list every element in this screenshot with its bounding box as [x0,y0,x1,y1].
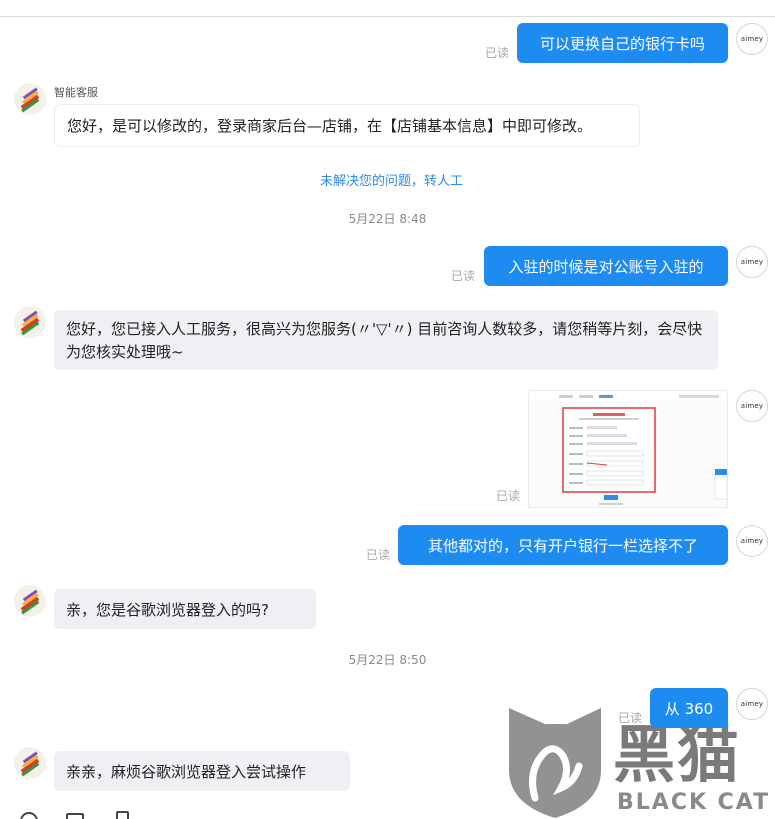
emoji-icon[interactable] [20,812,38,819]
pencils-icon [14,585,46,617]
pencils-icon [14,747,46,779]
read-status: 已读 [485,46,510,60]
screenshot-thumbnail [529,391,727,505]
message-bubble-out[interactable]: 可以更换自己的银行卡吗 [517,23,728,63]
pencils-icon [14,83,46,115]
timestamp: 5月22日 8:48 [348,212,427,226]
message-bubble-out[interactable]: 从 360 [650,688,728,728]
read-status: 已读 [618,711,643,725]
read-status: 已读 [496,489,521,503]
user-avatar[interactable]: aimey [736,23,768,55]
user-avatar[interactable]: aimey [736,525,768,557]
message-bubble-out[interactable]: 其他都对的，只有开户银行一栏选择不了 [398,525,728,565]
top-divider [0,16,775,17]
message-bubble-in[interactable]: 亲亲，麻烦谷歌浏览器登入尝试操作 [54,751,350,791]
message-bubble-in[interactable]: 亲，您是谷歌浏览器登入的吗? [54,589,316,629]
bot-avatar[interactable] [14,83,46,115]
image-icon[interactable] [66,813,84,819]
bot-avatar[interactable] [14,747,46,779]
user-avatar[interactable]: aimey [736,688,768,720]
read-status: 已读 [451,269,476,283]
cat-shield-icon [509,708,601,818]
user-avatar[interactable]: aimey [736,390,768,422]
timestamp: 5月22日 8:50 [348,653,427,667]
transfer-to-agent-link[interactable]: 未解决您的问题，转人工 [0,170,775,189]
read-status: 已读 [366,548,391,562]
pencils-icon [14,306,46,338]
message-bubble-in[interactable]: 您好，是可以修改的，登录商家后台—店铺，在【店铺基本信息】中即可修改。 [54,104,640,147]
file-icon[interactable] [116,811,129,819]
sender-name: 智能客服 [54,86,98,99]
user-avatar[interactable]: aimey [736,246,768,278]
message-bubble-in[interactable]: 您好，您已接入人工服务，很高兴为您服务(〃'▽'〃) 目前咨询人数较多，请您稍等… [54,310,718,370]
message-bubble-out[interactable]: 入驻的时候是对公账号入驻的 [484,246,728,286]
bot-avatar[interactable] [14,306,46,338]
bot-avatar[interactable] [14,585,46,617]
watermark-english-text: BLACK CAT [617,790,771,815]
image-message[interactable] [528,390,728,508]
